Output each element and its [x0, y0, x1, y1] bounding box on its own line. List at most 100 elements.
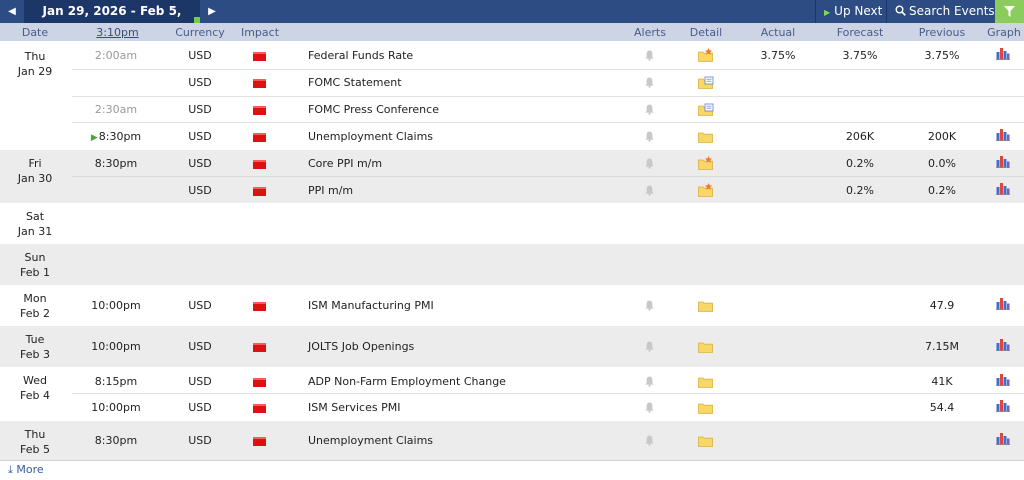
event-currency: USD [188, 103, 212, 116]
detail-folder-icon[interactable] [698, 75, 714, 89]
detail-folder-icon[interactable] [698, 374, 714, 388]
event-time-text: 8:15pm [94, 375, 138, 388]
event-previous: 54.4 [929, 401, 955, 414]
event-forecast: 206K [845, 130, 875, 143]
event-currency: USD [188, 434, 212, 447]
search-events-button[interactable]: Search Events [887, 0, 995, 23]
detail-folder-icon[interactable] [698, 433, 714, 447]
event-currency: USD [188, 340, 212, 353]
high-impact-icon[interactable] [253, 105, 266, 115]
detail-folder-icon[interactable] [698, 298, 714, 312]
event-previous: 47.9 [929, 299, 955, 312]
graph-chart-icon[interactable] [996, 373, 1010, 386]
day-date: Feb 2 [20, 307, 50, 320]
day-cell: Sat Jan 31 [0, 209, 70, 239]
date-range-selector[interactable]: Jan 29, 2026 - Feb 5, 2026 [24, 0, 200, 41]
event-title[interactable]: Core PPI m/m [308, 157, 382, 170]
graph-chart-icon[interactable] [996, 128, 1010, 141]
header-alerts: Alerts [634, 26, 666, 39]
graph-chart-icon[interactable] [996, 47, 1010, 60]
event-forecast: 0.2% [846, 184, 874, 197]
event-title[interactable]: Unemployment Claims [308, 130, 433, 143]
graph-chart-icon[interactable] [996, 432, 1010, 445]
previous-week-button[interactable]: ◀ [0, 0, 24, 23]
day-date: Feb 5 [20, 443, 50, 456]
high-impact-icon[interactable] [253, 377, 266, 387]
row-divider [72, 69, 1024, 70]
day-name: Thu [24, 428, 46, 441]
detail-folder-icon[interactable] [698, 102, 714, 116]
day-cell: Sun Feb 1 [0, 250, 70, 280]
triangle-left-icon: ◀ [8, 6, 16, 17]
event-time: 2:30am [76, 103, 156, 116]
event-time-text: 8:30pm [98, 130, 142, 143]
high-impact-icon[interactable] [253, 436, 266, 446]
graph-chart-icon[interactable] [996, 155, 1010, 168]
header-currency: Currency [175, 26, 225, 39]
day-cell: Tue Feb 3 [0, 332, 70, 362]
high-impact-icon[interactable] [253, 78, 266, 88]
high-impact-icon[interactable] [253, 403, 266, 413]
alert-bell-icon[interactable] [645, 185, 654, 196]
search-events-label: Search Events [909, 4, 995, 18]
alert-bell-icon[interactable] [645, 50, 654, 61]
high-impact-icon[interactable] [253, 342, 266, 352]
alert-bell-icon[interactable] [645, 376, 654, 387]
event-title[interactable]: Unemployment Claims [308, 434, 433, 447]
event-title[interactable]: ISM Services PMI [308, 401, 400, 414]
more-link[interactable]: ⤓ More [8, 463, 44, 477]
day-cell: Fri Jan 30 [0, 156, 70, 186]
alert-bell-icon[interactable] [645, 402, 654, 413]
event-currency: USD [188, 401, 212, 414]
event-title[interactable]: JOLTS Job Openings [308, 340, 414, 353]
event-previous: 41K [931, 375, 953, 388]
graph-chart-icon[interactable] [996, 182, 1010, 195]
event-title[interactable]: PPI m/m [308, 184, 353, 197]
filter-button[interactable] [995, 0, 1024, 23]
high-impact-icon[interactable] [253, 132, 266, 142]
up-next-button[interactable]: ▶ Up Next [816, 0, 886, 23]
up-next-label: Up Next [834, 4, 883, 18]
next-event-marker-icon: ▶ [90, 133, 98, 143]
event-previous: 0.2% [928, 184, 956, 197]
detail-folder-icon[interactable] [698, 156, 714, 170]
event-title[interactable]: FOMC Press Conference [308, 103, 439, 116]
high-impact-icon[interactable] [253, 159, 266, 169]
event-actual: 3.75% [760, 49, 796, 62]
more-label: More [16, 463, 44, 476]
day-cell: Wed Feb 4 [0, 373, 70, 403]
day-date: Jan 30 [17, 172, 53, 185]
event-title[interactable]: ADP Non-Farm Employment Change [308, 375, 506, 388]
play-icon: ▶ [824, 8, 831, 17]
graph-chart-icon[interactable] [996, 399, 1010, 412]
graph-chart-icon[interactable] [996, 338, 1010, 351]
detail-folder-icon[interactable] [698, 339, 714, 353]
event-time-text: 2:00am [94, 49, 138, 62]
calendar-toolbar: ◀ Jan 29, 2026 - Feb 5, 2026 ▶ ▶Up Next … [0, 0, 1024, 41]
alert-bell-icon[interactable] [645, 300, 654, 311]
header-current-time[interactable]: 3:10pm [90, 26, 145, 39]
alert-bell-icon[interactable] [645, 131, 654, 142]
alert-bell-icon[interactable] [645, 104, 654, 115]
detail-folder-icon[interactable] [698, 400, 714, 414]
day-date: Feb 1 [20, 266, 50, 279]
alert-bell-icon[interactable] [645, 77, 654, 88]
next-week-button[interactable]: ▶ [200, 0, 224, 23]
detail-folder-icon[interactable] [698, 48, 714, 62]
alert-bell-icon[interactable] [645, 158, 654, 169]
event-title[interactable]: FOMC Statement [308, 76, 402, 89]
alert-bell-icon[interactable] [645, 341, 654, 352]
event-title[interactable]: Federal Funds Rate [308, 49, 413, 62]
detail-folder-icon[interactable] [698, 129, 714, 143]
high-impact-icon[interactable] [253, 301, 266, 311]
high-impact-icon[interactable] [253, 186, 266, 196]
day-date: Jan 29 [17, 65, 53, 78]
event-time-text: 10:00pm [91, 401, 141, 414]
event-previous: 200K [927, 130, 957, 143]
alert-bell-icon[interactable] [645, 435, 654, 446]
event-time-text: 10:00pm [91, 340, 141, 353]
event-title[interactable]: ISM Manufacturing PMI [308, 299, 434, 312]
high-impact-icon[interactable] [253, 51, 266, 61]
graph-chart-icon[interactable] [996, 297, 1010, 310]
detail-folder-icon[interactable] [698, 183, 714, 197]
